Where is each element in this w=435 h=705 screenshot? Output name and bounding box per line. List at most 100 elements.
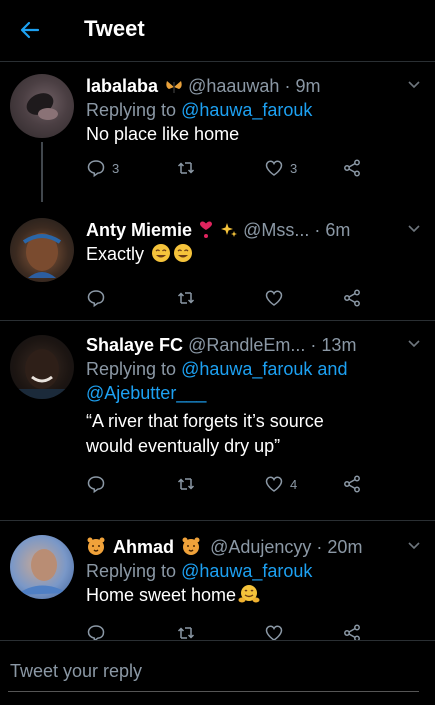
page-title: Tweet xyxy=(84,16,145,41)
tweet-text-content: Home sweet home xyxy=(86,585,237,605)
reply-input[interactable]: Tweet your reply xyxy=(10,661,142,682)
replying-to-label: Replying to xyxy=(86,359,182,379)
share-button[interactable] xyxy=(342,157,362,179)
separator-dot: · xyxy=(316,537,323,557)
heart-exclamation-emoji-icon xyxy=(200,221,213,238)
reply-button[interactable] xyxy=(86,473,106,495)
avatar[interactable] xyxy=(10,335,74,399)
share-icon xyxy=(344,289,360,307)
like-button[interactable]: 4 xyxy=(264,473,297,495)
share-icon xyxy=(344,159,360,177)
retweet-button[interactable] xyxy=(176,287,196,309)
tweet-item[interactable]: labalaba @haauwah · 9m Replying to @hauw… xyxy=(0,62,435,202)
replying-to-label: Replying to xyxy=(86,561,182,581)
author-name[interactable]: Ahmad xyxy=(113,537,174,557)
like-button[interactable] xyxy=(264,287,284,309)
avatar[interactable] xyxy=(10,218,74,282)
tweet-item[interactable]: Shalaye FC @RandleEm... · 13m Replying t… xyxy=(0,321,435,519)
author-handle[interactable]: @RandleEm... xyxy=(188,335,305,355)
tweet-time: 13m xyxy=(321,335,357,355)
author-handle[interactable]: @haauwah xyxy=(188,76,279,96)
heart-icon xyxy=(265,290,283,306)
mention-link[interactable]: @hauwa_farouk xyxy=(181,359,312,379)
like-button[interactable] xyxy=(264,622,284,640)
tweet-time: 9m xyxy=(295,76,321,96)
mention-link[interactable]: @Ajebutter___ xyxy=(86,383,206,403)
reply-button[interactable] xyxy=(86,622,106,640)
tweet-text: No place like home xyxy=(86,124,240,144)
tweet-actions: 3 3 xyxy=(86,157,421,181)
retweet-button[interactable] xyxy=(176,157,196,179)
top-bar: Tweet xyxy=(0,0,435,62)
tweet-actions xyxy=(86,622,421,640)
heart-icon xyxy=(265,625,283,640)
mention-link[interactable]: @hauwa_farouk xyxy=(181,561,312,581)
reply-icon xyxy=(87,160,105,178)
avatar[interactable] xyxy=(10,535,74,599)
separator-dot: · xyxy=(284,76,291,96)
tweet-item[interactable]: Anty Miemie @Mss... · 6m Exactly xyxy=(0,210,435,320)
share-button[interactable] xyxy=(342,622,362,640)
and-label: and xyxy=(312,359,348,379)
author-name[interactable]: labalaba xyxy=(86,76,158,96)
tweet-item[interactable]: Ahmad @Adujencyy · 20m Replying to @hauw… xyxy=(0,521,435,640)
separator-dot: · xyxy=(314,220,321,240)
retweet-button[interactable] xyxy=(176,473,196,495)
reply-button[interactable] xyxy=(86,287,106,309)
tweet-text-line: would eventually dry up” xyxy=(86,436,281,456)
like-count: 3 xyxy=(290,160,298,176)
reply-count: 3 xyxy=(112,160,120,176)
share-button[interactable] xyxy=(342,473,362,495)
tiger-emoji-icon xyxy=(182,537,200,555)
thread-line xyxy=(41,142,43,202)
reply-icon xyxy=(87,290,105,308)
tiger-emoji-icon xyxy=(87,537,105,555)
tears-of-joy-emoji-icon xyxy=(174,244,193,262)
separator-dot: · xyxy=(310,335,317,355)
tweet-text-content: Exactly xyxy=(86,244,145,264)
tweet-actions xyxy=(86,287,421,311)
like-count: 4 xyxy=(290,476,298,492)
sparkles-emoji-icon xyxy=(221,223,238,237)
author-name[interactable]: Anty Miemie xyxy=(86,220,192,240)
heart-icon xyxy=(265,160,283,176)
reply-icon xyxy=(87,476,105,494)
author-handle[interactable]: @Adujencyy xyxy=(210,537,311,557)
arrow-left-icon[interactable] xyxy=(18,18,42,42)
like-button[interactable]: 3 xyxy=(264,157,297,179)
tweet-time: 20m xyxy=(327,537,363,557)
tweet-text-line: “A river that forgets it’s source xyxy=(86,411,324,431)
chevron-down-icon[interactable] xyxy=(407,337,421,351)
retweet-icon xyxy=(177,292,195,304)
tweet-time: 6m xyxy=(325,220,351,240)
share-button[interactable] xyxy=(342,287,362,309)
hugging-face-emoji-icon xyxy=(238,585,260,603)
reply-input-underline xyxy=(8,691,419,692)
retweet-icon xyxy=(177,627,195,639)
share-icon xyxy=(344,624,360,640)
avatar[interactable] xyxy=(10,74,74,138)
chevron-down-icon[interactable] xyxy=(407,78,421,92)
replying-to-label: Replying to xyxy=(86,100,182,120)
replying-to: Replying to @hauwa_farouk and xyxy=(86,357,421,381)
tears-of-joy-emoji-icon xyxy=(152,244,171,262)
author-handle[interactable]: @Mss... xyxy=(243,220,309,240)
chevron-down-icon[interactable] xyxy=(407,222,421,236)
tweet-text: Exactly xyxy=(86,242,421,267)
chevron-down-icon[interactable] xyxy=(407,539,421,553)
retweet-button[interactable] xyxy=(176,622,196,640)
author-name[interactable]: Shalaye FC xyxy=(86,335,183,355)
reply-icon xyxy=(87,625,105,640)
reply-button[interactable]: 3 xyxy=(86,157,119,179)
reply-composer: Tweet your reply xyxy=(0,640,435,705)
tweet-actions: 4 xyxy=(86,473,421,497)
replying-to: Replying to @hauwa_farouk xyxy=(86,559,421,583)
mention-link[interactable]: @hauwa_farouk xyxy=(181,100,312,120)
retweet-icon xyxy=(177,478,195,490)
retweet-icon xyxy=(177,162,195,174)
heart-icon xyxy=(265,476,283,492)
replying-to: Replying to @hauwa_farouk xyxy=(86,98,421,122)
butterfly-emoji-icon xyxy=(166,81,182,93)
tweet-text: Home sweet home xyxy=(86,583,421,608)
share-icon xyxy=(344,475,360,493)
